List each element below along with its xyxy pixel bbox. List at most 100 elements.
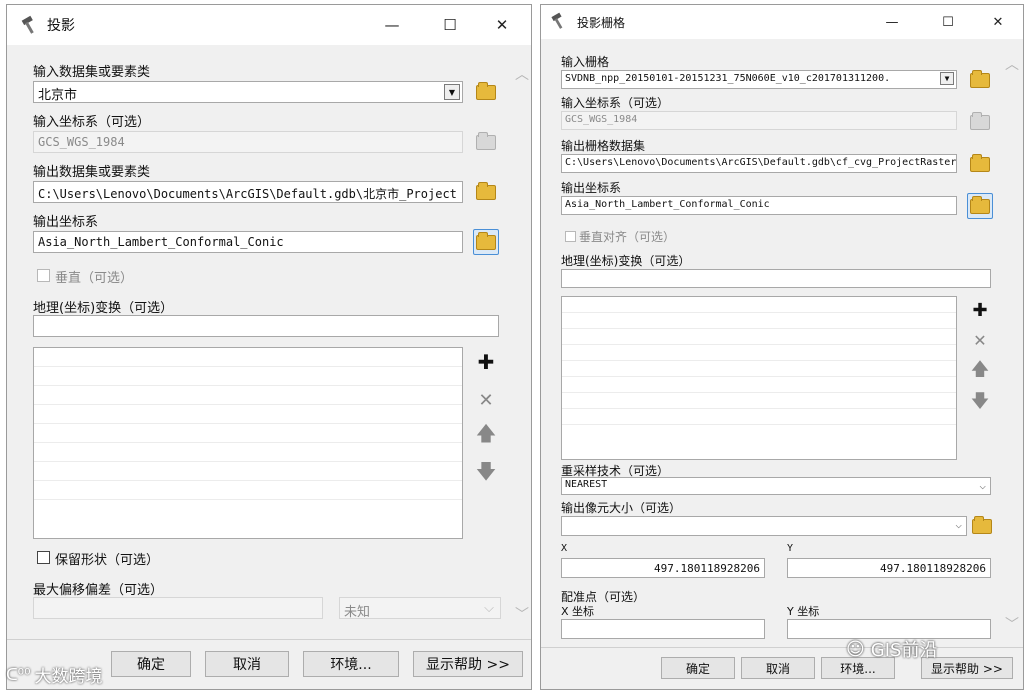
input-cs-properties-button [967,109,993,135]
folder-icon [970,153,990,172]
list-row [34,348,462,367]
scrollbar[interactable]: ︿ ﹀ [513,49,531,629]
vertical-label: 垂直对齐（可选） [579,230,676,244]
output-cs-properties-button[interactable] [473,229,499,255]
output-raster-field[interactable]: C:\Users\Lenovo\Documents\ArcGIS\Default… [561,154,957,173]
minimize-button[interactable]: — [369,5,415,45]
max-offset-label: 最大偏移偏差（可选） [33,583,164,598]
list-row [562,377,956,393]
input-dataset-value: 北京市 [38,88,78,103]
scroll-up-icon[interactable]: ︿ [1003,55,1021,73]
input-raster-label: 输入栅格 [561,55,610,69]
input-cs-field: GCS_WGS_1984 [561,111,957,130]
watermark-logo-icon: ᑕ⁰⁰ [6,665,31,684]
dropdown-arrow-icon[interactable]: ▼ [940,72,954,85]
browse-output-button[interactable] [967,151,993,177]
maximize-button[interactable]: ☐ [925,5,971,39]
input-dataset-label: 输入数据集或要素类 [33,65,151,80]
x-coord-label: X 坐标 [561,605,595,618]
output-cs-label: 输出坐标系 [33,215,99,230]
output-cs-properties-button[interactable] [967,193,993,219]
add-icon[interactable]: ✚ [473,349,499,375]
folder-icon [476,181,496,200]
list-row [562,297,956,313]
scrollbar[interactable]: ︿ ﹀ [1003,43,1021,633]
move-up-icon: 🡅 [475,421,497,445]
resample-select[interactable]: NEAREST ⌵ [561,477,991,495]
output-cs-label: 输出坐标系 [561,181,622,195]
environments-button[interactable]: 环境... [303,651,399,677]
title-bar: 投影 — ☐ ✕ [7,5,531,45]
list-row [34,386,462,405]
properties-icon [970,195,990,214]
output-cs-field[interactable]: Asia_North_Lambert_Conformal_Conic [33,231,463,253]
x-cell-size-field[interactable]: 497.180118928206 [561,558,765,578]
geo-transform-list[interactable] [33,347,463,539]
cancel-button[interactable]: 取消 [741,657,815,679]
ok-button[interactable]: 确定 [111,651,191,677]
input-dataset-field[interactable]: 北京市 ▼ [33,81,463,103]
ok-button[interactable]: 确定 [661,657,735,679]
chevron-down-icon: ⌵ [979,479,986,492]
resample-value: NEAREST [565,479,608,490]
window-title: 投影栅格 [577,15,626,30]
cell-size-select[interactable]: ⌵ [561,516,967,536]
vertical-checkbox [37,269,50,282]
list-row [34,462,462,481]
browse-cell-size-button[interactable] [969,513,995,539]
input-cs-label: 输入坐标系（可选） [33,115,151,130]
max-offset-field [33,597,323,619]
output-dataset-field[interactable]: C:\Users\Lenovo\Documents\ArcGIS\Default… [33,181,463,203]
wechat-icon: ☺ [846,638,865,660]
list-row [562,409,956,425]
properties-icon [476,231,496,250]
maximize-button[interactable]: ☐ [427,5,473,45]
preserve-shape-checkbox[interactable] [37,551,50,564]
geo-transform-list[interactable] [561,296,957,460]
watermark-text: GIS前沿 [870,640,938,661]
cancel-button[interactable]: 取消 [205,651,289,677]
title-bar: 投影栅格 — ☐ ✕ [541,5,1023,39]
y-cell-size-field[interactable]: 497.180118928206 [787,558,991,578]
browse-input-button[interactable] [967,67,993,93]
preserve-shape-label: 保留形状（可选） [55,553,160,568]
browse-input-button[interactable] [473,79,499,105]
list-row [562,329,956,345]
remove-icon: ✕ [973,330,987,350]
scroll-down-icon[interactable]: ﹀ [1003,615,1021,633]
properties-icon [476,131,496,150]
list-row [34,405,462,424]
input-raster-field[interactable]: SVDNB_npp_20150101-20151231_75N060E_v10_… [561,70,957,89]
move-down-icon: 🡇 [970,391,990,412]
y-label: Y [787,543,794,554]
show-help-button[interactable]: 显示帮助 >> [413,651,523,677]
output-dataset-label: 输出数据集或要素类 [33,165,151,180]
dropdown-arrow-icon[interactable]: ▼ [444,84,460,100]
footer-divider [7,639,531,640]
hammer-icon [19,14,41,36]
close-button[interactable]: ✕ [479,5,525,45]
folder-icon [476,81,496,100]
x-coord-field[interactable] [561,619,765,639]
geo-transform-field[interactable] [33,315,499,337]
hammer-icon [549,11,571,33]
cell-size-label: 输出像元大小（可选） [561,501,682,515]
list-row [34,481,462,500]
geo-transform-field[interactable] [561,269,991,288]
folder-icon [972,515,992,534]
minimize-button[interactable]: — [869,5,915,39]
close-button[interactable]: ✕ [975,5,1021,39]
scroll-up-icon[interactable]: ︿ [513,65,531,83]
list-row [562,313,956,329]
folder-icon [970,69,990,88]
properties-icon [970,111,990,130]
scroll-down-icon[interactable]: ﹀ [513,605,531,623]
list-row [34,367,462,386]
footer-divider [541,647,1023,648]
list-row [34,443,462,462]
x-label: X [561,543,568,554]
watermark-right: ☺ GIS前沿 [846,636,937,662]
add-icon[interactable]: ✚ [967,297,993,323]
output-cs-field[interactable]: Asia_North_Lambert_Conformal_Conic [561,196,957,215]
browse-output-button[interactable] [473,179,499,205]
